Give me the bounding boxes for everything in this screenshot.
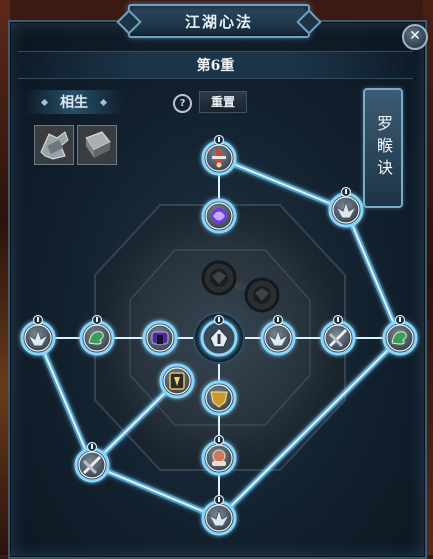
purple-gate-icon <box>151 331 169 345</box>
node-badge-icon <box>213 434 225 446</box>
meridian-link <box>90 462 221 521</box>
close-button[interactable]: ✕ <box>402 24 428 50</box>
skill-node[interactable] <box>159 363 195 399</box>
node-badge-icon <box>394 314 406 326</box>
skill-node[interactable] <box>201 260 237 296</box>
skill-node[interactable] <box>74 441 110 483</box>
meridian-link <box>217 155 348 213</box>
skill-node[interactable] <box>201 134 237 176</box>
skill-node[interactable] <box>244 277 280 313</box>
window-title-plate: 江湖心法 <box>128 4 310 38</box>
skill-node[interactable] <box>328 186 364 228</box>
node-badge-icon <box>213 134 225 146</box>
dark-mask-icon <box>210 269 228 287</box>
meridian-graph <box>20 134 418 536</box>
purple-orb-icon <box>211 208 227 224</box>
node-badge-icon <box>340 186 352 198</box>
gold-rune-icon <box>169 372 185 390</box>
node-badge-icon <box>213 314 225 326</box>
node-badge-icon <box>272 314 284 326</box>
skill-node[interactable] <box>201 198 237 234</box>
dark-mask-icon <box>253 286 271 304</box>
skill-node[interactable] <box>20 314 56 356</box>
skill-node[interactable] <box>193 312 245 364</box>
fist-scroll-icon <box>212 449 226 466</box>
node-badge-icon <box>332 314 344 326</box>
skill-node[interactable] <box>201 494 237 536</box>
meridian-link <box>35 336 95 467</box>
skill-node[interactable] <box>382 314 418 356</box>
skill-node[interactable] <box>142 320 178 356</box>
node-badge-icon <box>91 314 103 326</box>
node-badge-icon <box>213 494 225 506</box>
skill-node[interactable] <box>201 380 237 416</box>
window-title: 江湖心法 <box>184 12 253 31</box>
meridian-link <box>343 208 403 340</box>
node-badge-icon <box>32 314 44 326</box>
node-badge-icon <box>86 441 98 453</box>
